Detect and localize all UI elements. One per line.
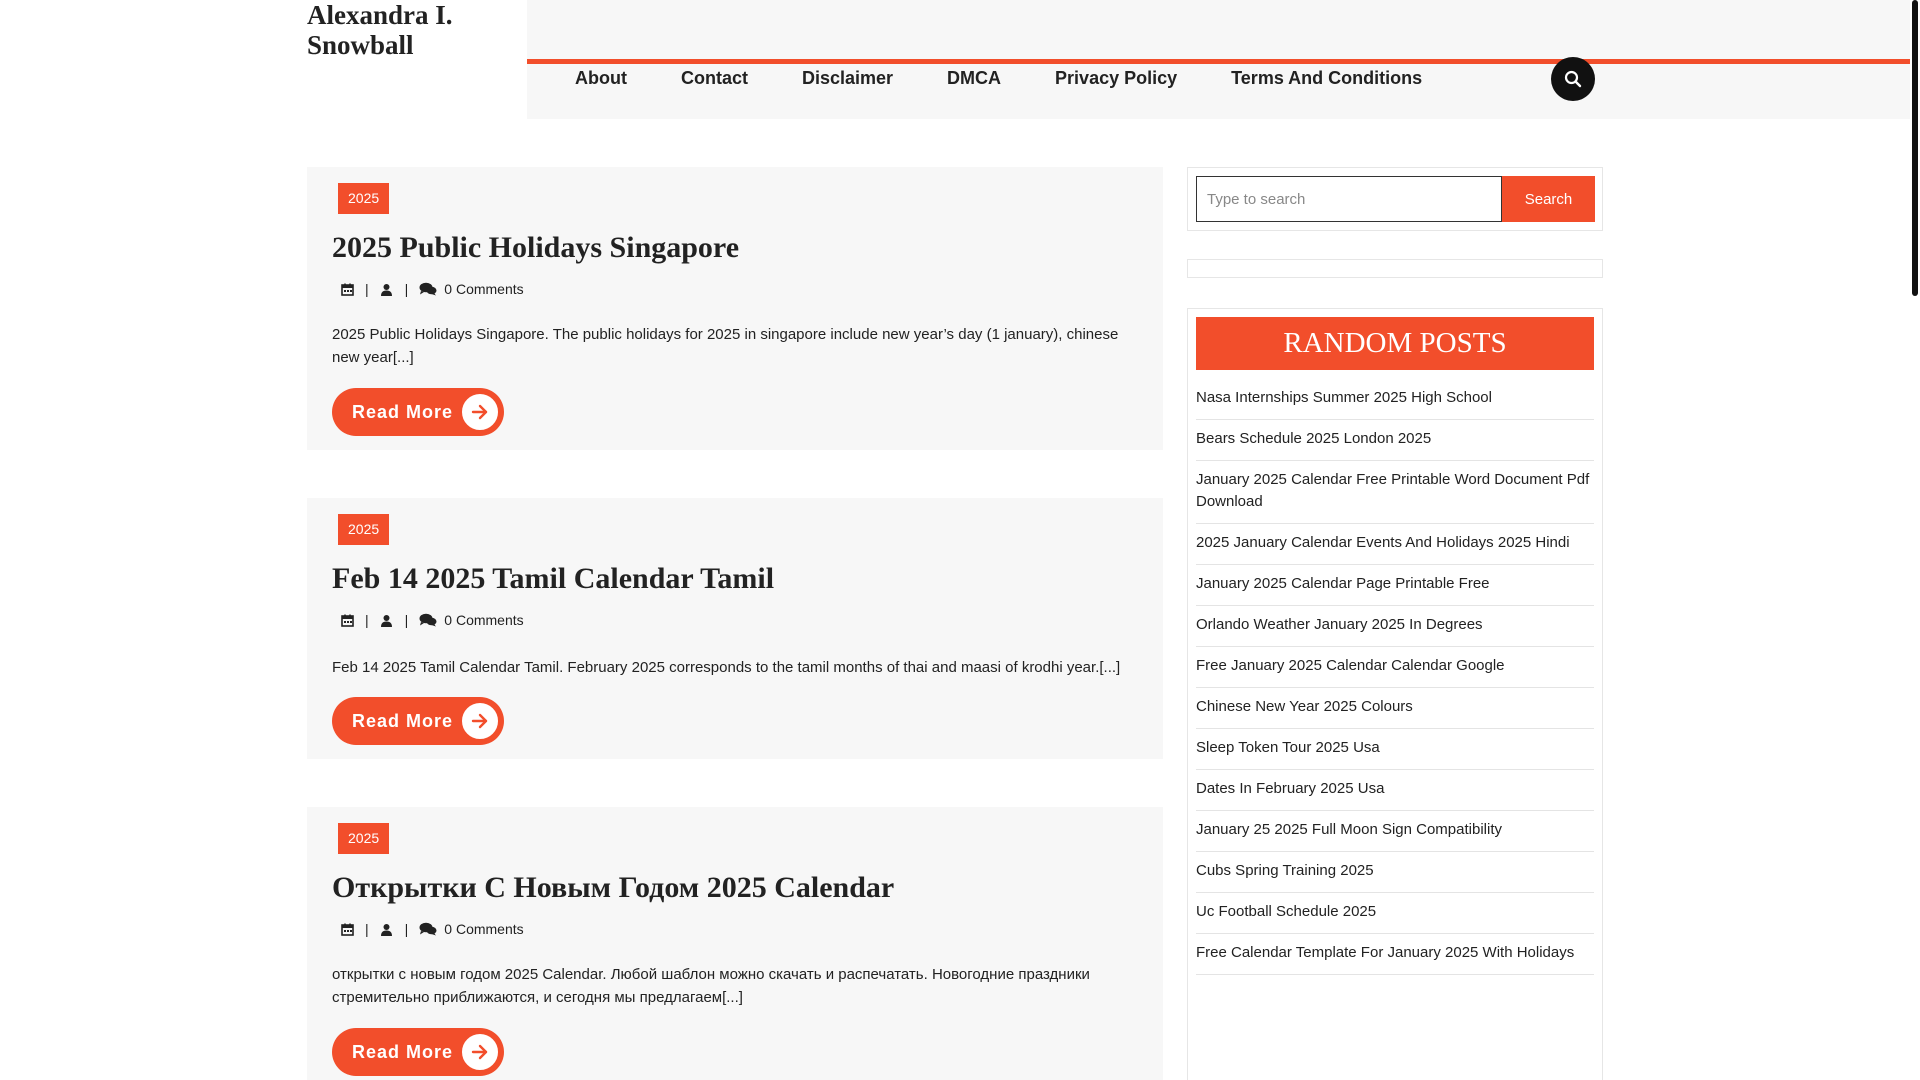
post-card: 2025 Открытки С Новым Годом 2025 Calenda… [307,807,1163,1080]
read-more-label: Read More [352,1041,454,1062]
comments-icon [418,921,438,937]
random-post-link[interactable]: Chinese New Year 2025 Colours [1196,688,1594,729]
post-excerpt: открытки с новым годом 2025 Calendar. Лю… [332,966,1090,1006]
nav-menu: About Contact Disclaimer DMCA Privacy Po… [575,66,1476,90]
sidebar-empty-widget [1187,259,1603,278]
random-post-link[interactable]: Nasa Internships Summer 2025 High School [1196,379,1594,420]
post-meta: | | 0 Comments [339,612,524,628]
post-card: 2025 Feb 14 2025 Tamil Calendar Tamil | … [307,498,1163,759]
post-category-badge[interactable]: 2025 [338,514,390,545]
post-title[interactable]: Feb 14 2025 Tamil Calendar Tamil [332,562,774,596]
arrow-right-icon [460,701,500,741]
post-excerpt: 2025 Public Holidays Singapore. The publ… [332,326,1119,366]
read-more-button[interactable]: Read More [332,388,504,436]
sidebar-search-widget: Search [1187,167,1603,231]
post-meta: | | 0 Comments [339,281,524,297]
main-navigation: About Contact Disclaimer DMCA Privacy Po… [527,0,1910,119]
post-excerpt: Feb 14 2025 Tamil Calendar Tamil. Februa… [332,659,1121,676]
search-input[interactable] [1196,176,1502,222]
post-comments-count[interactable]: 0 Comments [444,612,523,628]
random-posts-list: Nasa Internships Summer 2025 High School… [1196,379,1594,975]
meta-separator: | [404,612,409,628]
meta-separator: | [404,921,409,937]
meta-separator: | [365,281,369,297]
post-title[interactable]: 2025 Public Holidays Singapore [332,231,739,265]
search-icon [1564,70,1582,88]
random-post-link[interactable]: Orlando Weather January 2025 In Degrees [1196,606,1594,647]
nav-accent-line [527,59,1910,64]
user-icon [379,281,395,297]
site-title[interactable]: Alexandra I. Snowball [307,0,507,60]
nav-item-contact[interactable]: Contact [681,66,748,90]
calendar-icon [339,921,355,937]
search-button[interactable]: Search [1502,176,1595,222]
random-post-link[interactable]: Cubs Spring Training 2025 [1196,852,1594,893]
read-more-label: Read More [352,401,454,422]
nav-top-strip [527,0,1910,59]
post-card: 2025 2025 Public Holidays Singapore | | … [307,167,1163,450]
nav-item-terms[interactable]: Terms And Conditions [1231,66,1422,90]
random-post-link[interactable]: January 2025 Calendar Free Printable Wor… [1196,461,1594,524]
random-post-link[interactable]: Bears Schedule 2025 London 2025 [1196,420,1594,461]
read-more-button[interactable]: Read More [332,697,504,745]
random-posts-heading: RANDOM POSTS [1196,317,1594,370]
random-post-link[interactable]: Free Calendar Template For January 2025 … [1196,934,1594,975]
post-comments-count[interactable]: 0 Comments [444,921,523,937]
post-category-badge[interactable]: 2025 [338,183,390,214]
meta-separator: | [404,281,409,297]
random-post-link[interactable]: 2025 January Calendar Events And Holiday… [1196,524,1594,565]
arrow-right-icon [460,1032,500,1072]
comments-icon [418,281,438,297]
random-post-link[interactable]: Free January 2025 Calendar Calendar Goog… [1196,647,1594,688]
calendar-icon [339,281,355,297]
nav-item-dmca[interactable]: DMCA [947,66,1001,90]
random-post-link[interactable]: Uc Football Schedule 2025 [1196,893,1594,934]
read-more-button[interactable]: Read More [332,1028,504,1076]
header-search-button[interactable] [1551,57,1595,101]
post-comments-count[interactable]: 0 Comments [444,281,523,297]
nav-item-privacy-policy[interactable]: Privacy Policy [1055,66,1177,90]
comments-icon [418,612,438,628]
post-title[interactable]: Открытки С Новым Годом 2025 Calendar [332,871,894,905]
calendar-icon [339,612,355,628]
post-meta: | | 0 Comments [339,921,524,937]
random-post-link[interactable]: January 25 2025 Full Moon Sign Compatibi… [1196,811,1594,852]
arrow-right-icon [460,392,500,432]
nav-item-about[interactable]: About [575,66,627,90]
meta-separator: | [365,612,369,628]
user-icon [379,921,395,937]
random-post-link[interactable]: Dates In February 2025 Usa [1196,770,1594,811]
random-posts-widget: RANDOM POSTS Nasa Internships Summer 202… [1187,308,1603,1080]
scrollbar-thumb[interactable] [1912,0,1918,296]
random-post-link[interactable]: January 2025 Calendar Page Printable Fre… [1196,565,1594,606]
random-post-link[interactable]: Sleep Token Tour 2025 Usa [1196,729,1594,770]
post-category-badge[interactable]: 2025 [338,823,390,854]
user-icon [379,612,395,628]
read-more-label: Read More [352,710,454,731]
meta-separator: | [365,921,369,937]
nav-item-disclaimer[interactable]: Disclaimer [802,66,893,90]
